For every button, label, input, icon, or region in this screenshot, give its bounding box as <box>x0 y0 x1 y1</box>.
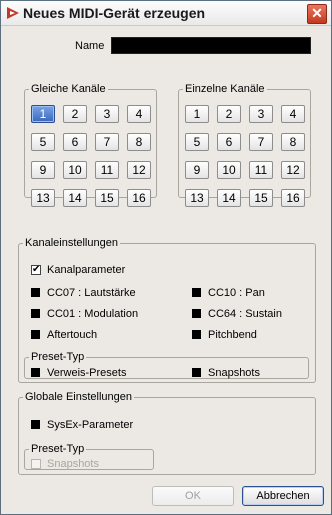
sysex-label: SysEx-Parameter <box>47 419 134 431</box>
checkbox-icon[interactable] <box>31 263 41 277</box>
toggle-square-icon[interactable] <box>31 330 40 339</box>
gleich-channel-button[interactable]: 1 <box>31 105 55 123</box>
einzel-channel-button[interactable]: 12 <box>281 161 305 179</box>
einzel-channel-button[interactable]: 15 <box>249 189 273 207</box>
gleich-channel-button[interactable]: 11 <box>95 161 119 179</box>
global-snapshots-label: Snapshots <box>47 458 99 470</box>
gleich-channel-button[interactable]: 8 <box>127 133 151 151</box>
verweis-presets-toggle[interactable]: Verweis-Presets <box>31 366 126 380</box>
gleich-channel-button[interactable]: 10 <box>63 161 87 179</box>
checkbox-icon[interactable] <box>31 459 41 469</box>
name-input[interactable] <box>111 37 311 54</box>
gleich-channel-button[interactable]: 4 <box>127 105 151 123</box>
einzelne-kanaele-legend: Einzelne Kanäle <box>185 83 265 95</box>
einzel-channel-button[interactable]: 8 <box>281 133 305 151</box>
verweis-presets-label: Verweis-Presets <box>47 367 127 379</box>
gleich-channel-button[interactable]: 15 <box>95 189 119 207</box>
kanaleinstellungen-legend: Kanaleinstellungen <box>25 237 118 249</box>
einzel-channel-button[interactable]: 7 <box>249 133 273 151</box>
toggle-square-icon[interactable] <box>192 288 201 297</box>
cc01-toggle[interactable]: CC01 : Modulation <box>31 307 138 321</box>
aftertouch-label: Aftertouch <box>47 329 98 341</box>
kanalparameter-checkbox[interactable]: Kanalparameter <box>31 263 125 277</box>
gleich-channel-button[interactable]: 9 <box>31 161 55 179</box>
snapshots-toggle[interactable]: Snapshots <box>192 366 260 380</box>
einzel-channel-button[interactable]: 9 <box>185 161 209 179</box>
einzel-channel-button[interactable]: 4 <box>281 105 305 123</box>
toggle-square-icon[interactable] <box>31 420 40 429</box>
einzel-channel-button[interactable]: 16 <box>281 189 305 207</box>
einzel-channel-button[interactable]: 1 <box>185 105 209 123</box>
cc07-toggle[interactable]: CC07 : Lautstärke <box>31 286 136 300</box>
preset-typ-legend: Preset-Typ <box>31 351 85 363</box>
einzel-channel-button[interactable]: 6 <box>217 133 241 151</box>
toggle-square-icon[interactable] <box>192 309 201 318</box>
cc01-label: CC01 : Modulation <box>47 308 139 320</box>
aftertouch-toggle[interactable]: Aftertouch <box>31 328 97 342</box>
title-bar[interactable]: Neues MIDI-Gerät erzeugen ✕ <box>1 1 331 26</box>
gleich-channel-button[interactable]: 7 <box>95 133 119 151</box>
gleich-channel-button[interactable]: 14 <box>63 189 87 207</box>
cc10-toggle[interactable]: CC10 : Pan <box>192 286 265 300</box>
gleich-channel-button[interactable]: 6 <box>63 133 87 151</box>
global-snapshots-checkbox[interactable]: Snapshots <box>31 457 99 471</box>
einzel-channel-button[interactable]: 13 <box>185 189 209 207</box>
einzelne-kanaele-grid: 1 2 3 4 5 6 7 8 9 10 11 12 13 14 15 16 <box>185 105 305 207</box>
dialog-window: Neues MIDI-Gerät erzeugen ✕ Name Gleiche… <box>0 0 332 515</box>
pitchbend-label: Pitchbend <box>208 329 257 341</box>
gleich-channel-button[interactable]: 13 <box>31 189 55 207</box>
gleich-channel-button[interactable]: 2 <box>63 105 87 123</box>
cc07-label: CC07 : Lautstärke <box>47 287 136 299</box>
gleiche-kanaele-legend: Gleiche Kanäle <box>31 83 106 95</box>
toggle-square-icon[interactable] <box>31 368 40 377</box>
einzel-channel-button[interactable]: 10 <box>217 161 241 179</box>
sysex-toggle[interactable]: SysEx-Parameter <box>31 418 133 432</box>
toggle-square-icon[interactable] <box>31 309 40 318</box>
gleiche-kanaele-grid: 1 2 3 4 5 6 7 8 9 10 11 12 13 14 15 16 <box>31 105 151 207</box>
einzel-channel-button[interactable]: 11 <box>249 161 273 179</box>
globale-einstellungen-legend: Globale Einstellungen <box>25 391 133 403</box>
toggle-square-icon[interactable] <box>192 330 201 339</box>
einzel-channel-button[interactable]: 5 <box>185 133 209 151</box>
toggle-square-icon[interactable] <box>192 368 201 377</box>
einzelne-kanaele-group: Einzelne Kanäle 1 2 3 4 5 6 7 8 9 10 11 … <box>178 83 311 207</box>
gleich-channel-button[interactable]: 16 <box>127 189 151 207</box>
gleich-channel-button[interactable]: 12 <box>127 161 151 179</box>
cancel-button[interactable]: Abbrechen <box>242 486 324 506</box>
gleiche-kanaele-group: Gleiche Kanäle 1 2 3 4 5 6 7 8 9 10 11 1… <box>24 83 157 207</box>
toggle-square-icon[interactable] <box>31 288 40 297</box>
einzel-channel-button[interactable]: 14 <box>217 189 241 207</box>
cc64-toggle[interactable]: CC64 : Sustain <box>192 307 282 321</box>
gleich-channel-button[interactable]: 3 <box>95 105 119 123</box>
global-preset-typ-legend: Preset-Typ <box>31 443 85 455</box>
einzel-channel-button[interactable]: 2 <box>217 105 241 123</box>
gleich-channel-button[interactable]: 5 <box>31 133 55 151</box>
window-title: Neues MIDI-Gerät erzeugen <box>23 5 206 21</box>
cc64-label: CC64 : Sustain <box>208 308 282 320</box>
kanalparameter-label: Kanalparameter <box>47 264 126 276</box>
ok-button[interactable]: OK <box>152 486 234 506</box>
cc10-label: CC10 : Pan <box>208 287 265 299</box>
pitchbend-toggle[interactable]: Pitchbend <box>192 328 257 342</box>
close-icon[interactable]: ✕ <box>307 4 327 24</box>
name-label: Name <box>75 40 105 52</box>
app-icon <box>7 7 19 19</box>
snapshots-label: Snapshots <box>208 367 260 379</box>
einzel-channel-button[interactable]: 3 <box>249 105 273 123</box>
